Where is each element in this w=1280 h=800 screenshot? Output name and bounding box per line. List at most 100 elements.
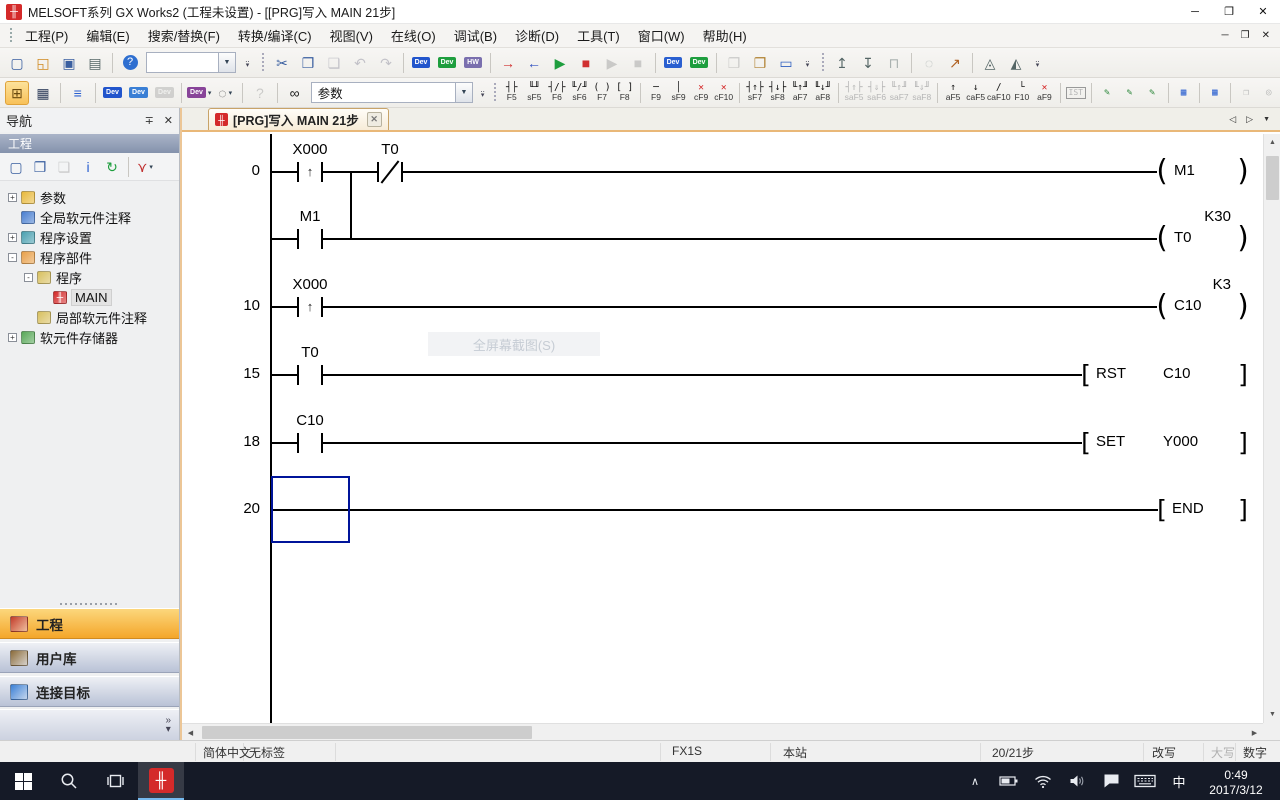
- device-batch-replace[interactable]: Dev: [126, 81, 150, 105]
- toolbar-overflow-icon[interactable]: ‥▾: [801, 51, 814, 75]
- ladder-tool-sF9[interactable]: │sF9: [667, 79, 690, 106]
- expand-icon[interactable]: +: [8, 333, 17, 342]
- menu-item-8[interactable]: 工具(T): [568, 24, 629, 47]
- taskbar-clock[interactable]: 0:49 2017/3/12: [1198, 765, 1274, 798]
- new-data[interactable]: ▢: [5, 156, 27, 178]
- mdi-close-button[interactable]: ✕: [1262, 30, 1270, 41]
- combo-dropdown-icon[interactable]: ▼: [218, 53, 235, 72]
- print[interactable]: ▤: [83, 51, 107, 75]
- toolbar-overflow-icon[interactable]: ‥▾: [1031, 51, 1044, 75]
- simulation-screen[interactable]: ▭: [774, 51, 798, 75]
- sort-filter[interactable]: ⋎▾: [134, 156, 156, 178]
- action-center-icon[interactable]: [1096, 762, 1126, 800]
- collapse-icon[interactable]: -: [8, 253, 17, 262]
- menu-item-10[interactable]: 帮助(H): [694, 24, 756, 47]
- cut[interactable]: ✂: [270, 51, 294, 75]
- tree-item-程序[interactable]: -程序: [0, 267, 179, 287]
- work-window-list[interactable]: ≡: [66, 81, 90, 105]
- navigation-toggle[interactable]: ⊞: [5, 81, 29, 105]
- statement-display[interactable]: ◭: [1004, 51, 1028, 75]
- contact-C10[interactable]: [297, 433, 323, 453]
- coil-device-label[interactable]: M1: [1174, 162, 1195, 179]
- close-panel-icon[interactable]: ✕: [164, 114, 173, 127]
- view-menu-icon[interactable]: ▾: [166, 725, 171, 734]
- tab-list-icon[interactable]: ▼: [1263, 116, 1270, 123]
- vertical-scroll-thumb[interactable]: [1266, 156, 1279, 200]
- mdi-restore-button[interactable]: ❐: [1241, 30, 1250, 41]
- stop-monitoring-all[interactable]: ■: [574, 51, 598, 75]
- start-monitoring-all[interactable]: ▶: [548, 51, 572, 75]
- window-tile[interactable]: ❐: [748, 51, 772, 75]
- ladder-tool-cF10[interactable]: ✕cF10: [712, 79, 735, 106]
- menu-item-4[interactable]: 视图(V): [321, 24, 382, 47]
- device-display-format[interactable]: Dev▾: [187, 81, 211, 105]
- ladder-tool-aF5[interactable]: ↑aF5: [942, 79, 965, 106]
- device-display-2[interactable]: Dev: [687, 51, 711, 75]
- ladder-tool-F9[interactable]: ─F9: [645, 79, 668, 106]
- device-display-1[interactable]: Dev: [661, 51, 685, 75]
- vertical-scrollbar[interactable]: ▲▼: [1263, 134, 1280, 723]
- tree-item-局部软元件注释[interactable]: 局部软元件注释: [0, 307, 179, 327]
- open-project[interactable]: ◱: [31, 51, 55, 75]
- tray-chevron-icon[interactable]: ∧: [960, 762, 990, 800]
- expand-icon[interactable]: +: [8, 193, 17, 202]
- pin-icon[interactable]: ∓: [145, 114, 154, 127]
- tab-main-program[interactable]: ╫ [PRG]写入 MAIN 21步 ✕: [208, 108, 389, 130]
- comment-display[interactable]: ◬: [978, 51, 1002, 75]
- ladder-tool-cF9[interactable]: ✕cF9: [690, 79, 713, 106]
- ladder-tool-F5[interactable]: ┤├F5: [500, 79, 523, 106]
- tree-item-MAIN[interactable]: ╫MAIN: [0, 287, 179, 307]
- module-configuration[interactable]: ▦: [31, 81, 55, 105]
- contact-X000-pulse[interactable]: ↑: [297, 162, 323, 182]
- write-to-plc[interactable]: →: [496, 51, 520, 75]
- tab-scroll-left-icon[interactable]: ◁: [1229, 114, 1236, 125]
- tab-scroll-right-icon[interactable]: ▷: [1246, 114, 1253, 125]
- edit-note[interactable]: ▦: [1204, 79, 1227, 106]
- wifi-icon[interactable]: [1028, 762, 1058, 800]
- menu-item-3[interactable]: 转换/编译(C): [229, 24, 321, 47]
- start-button[interactable]: [0, 762, 46, 800]
- scroll-up-icon[interactable]: ▲: [1264, 134, 1280, 151]
- ladder-tool-F8[interactable]: [ ]F8: [613, 79, 636, 106]
- copy-data[interactable]: ❐: [29, 156, 51, 178]
- find[interactable]: ∞: [283, 81, 307, 105]
- edit-contact[interactable]: ✎: [1096, 79, 1119, 106]
- scroll-right-icon[interactable]: ▶: [1246, 724, 1263, 741]
- contact-T0[interactable]: [297, 365, 323, 385]
- refresh-view[interactable]: ↻: [101, 156, 123, 178]
- contact-M1[interactable]: [297, 229, 323, 249]
- ladder-tool-F10[interactable]: └F10: [1011, 79, 1034, 106]
- help[interactable]: ?: [118, 51, 142, 75]
- ladder-tool-caF10[interactable]: ∕caF10: [987, 79, 1011, 106]
- device-comment-find[interactable]: Dev: [100, 81, 124, 105]
- device-test[interactable]: HW: [461, 51, 485, 75]
- edit-coil[interactable]: ✎: [1118, 79, 1141, 106]
- menu-item-6[interactable]: 调试(B): [445, 24, 506, 47]
- instruction-opcode[interactable]: RST: [1096, 365, 1126, 382]
- data-property[interactable]: i: [77, 156, 99, 178]
- mdi-minimize-button[interactable]: ─: [1222, 30, 1229, 41]
- quick-find-combo[interactable]: ▼: [146, 52, 236, 73]
- ladder-tool-aF8[interactable]: ╙↓╜aF8: [811, 79, 834, 106]
- save-project[interactable]: ▣: [57, 51, 81, 75]
- menu-item-5[interactable]: 在线(O): [382, 24, 445, 47]
- edit-instruction[interactable]: ✎: [1141, 79, 1164, 106]
- tree-item-程序设置[interactable]: +程序设置: [0, 227, 179, 247]
- edit-cursor[interactable]: [271, 476, 350, 543]
- view-button-用户库[interactable]: 用户库: [0, 642, 179, 673]
- ladder-tool-aF9[interactable]: ✕aF9: [1033, 79, 1056, 106]
- tree-item-程序部件[interactable]: -程序部件: [0, 247, 179, 267]
- ladder-canvas[interactable]: 0↑X000T0(M1)M1(T0)K3010↑X000(C10)K315T0[…: [182, 134, 1263, 723]
- task-view-button[interactable]: [92, 762, 138, 800]
- tab-close-icon[interactable]: ✕: [367, 112, 382, 127]
- coil-device-label[interactable]: T0: [1174, 229, 1192, 246]
- ladder-tool-F7[interactable]: ( )F7: [591, 79, 614, 106]
- instruction-opcode[interactable]: SET: [1096, 433, 1125, 450]
- statement-delete[interactable]: ↧: [856, 51, 880, 75]
- tree-item-全局软元件注释[interactable]: 全局软元件注释: [0, 207, 179, 227]
- toolbar-overflow-icon[interactable]: ‥▾: [241, 51, 254, 75]
- menu-item-2[interactable]: 搜索/替换(F): [139, 24, 229, 47]
- contact-T0-nc[interactable]: [377, 162, 403, 182]
- view-button-工程[interactable]: 工程: [0, 608, 179, 639]
- expand-icon[interactable]: +: [8, 233, 17, 242]
